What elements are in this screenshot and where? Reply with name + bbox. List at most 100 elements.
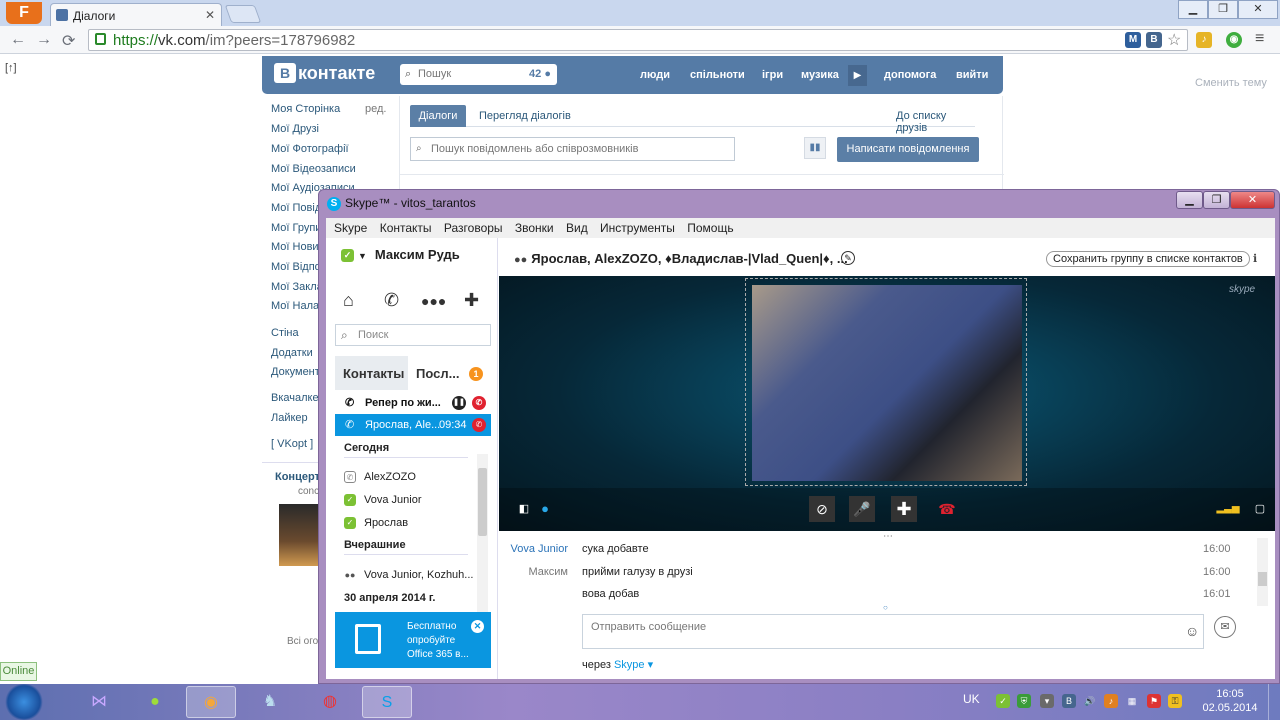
contact-search-input[interactable]: ⌕ Поиск xyxy=(335,324,491,346)
change-theme-link[interactable]: Сменить тему xyxy=(1195,77,1267,89)
taskbar-game-icon[interactable]: ◍ xyxy=(305,686,355,718)
page-toggle[interactable]: [↑] xyxy=(5,62,17,74)
back-icon[interactable]: ← xyxy=(10,31,26,49)
status-dropdown-icon[interactable]: ▼ xyxy=(358,251,367,261)
system-clock[interactable]: 16:05 02.05.2014 xyxy=(1200,687,1260,715)
menu-videos[interactable]: Мої Відеозаписи xyxy=(271,163,356,175)
browser-menu-icon[interactable]: ≡ xyxy=(1255,30,1264,48)
vk-search-input[interactable]: ⌕ Пошук 42 ● xyxy=(400,64,557,85)
tray-lock-icon[interactable]: ⚿ xyxy=(1168,694,1182,708)
maximize-button[interactable]: ❐ xyxy=(1208,0,1238,19)
call-phone-icon[interactable]: ✆ xyxy=(384,290,399,311)
menu-liker[interactable]: Лайкер xyxy=(271,412,308,424)
volume-icon[interactable]: 🔊 xyxy=(1083,694,1097,708)
send-options-icon[interactable]: ✉ xyxy=(1214,616,1236,638)
tray-arrow-icon[interactable]: ▾ xyxy=(1040,694,1054,708)
info-icon[interactable]: ℹ xyxy=(1253,252,1257,265)
tray-update-icon[interactable]: ♪ xyxy=(1104,694,1118,708)
network-icon[interactable]: ▦ xyxy=(1125,694,1139,708)
tab-contacts[interactable]: Контакты xyxy=(335,356,408,390)
menu-my-page[interactable]: Моя Сторінка xyxy=(271,103,340,115)
close-promo-icon[interactable]: ✕ xyxy=(471,620,484,633)
message-sender[interactable]: Максим xyxy=(506,566,568,578)
menu-documents[interactable]: Документ xyxy=(271,366,320,378)
close-button[interactable]: ✕ xyxy=(1238,0,1278,19)
skype-close-button[interactable]: ✕ xyxy=(1230,191,1275,209)
create-group-icon[interactable]: ●●● xyxy=(421,293,446,309)
menu-vkopt[interactable]: [ VKopt ] xyxy=(271,438,313,450)
keyboard-language[interactable]: UK xyxy=(963,692,980,706)
skype-minimize-button[interactable]: ▁ xyxy=(1176,191,1203,209)
hangup-icon[interactable]: ☎ xyxy=(931,496,963,522)
menu-tools[interactable]: Инструменты xyxy=(600,221,675,235)
menu-friends[interactable]: Мої Друзі xyxy=(271,123,319,135)
scrollbar-thumb[interactable] xyxy=(478,468,487,536)
menu-apps[interactable]: Додатки xyxy=(271,347,313,359)
chevron-down-icon[interactable]: ▾ xyxy=(648,659,654,671)
skype-maximize-button[interactable]: ❐ xyxy=(1203,191,1230,209)
menu-view[interactable]: Вид xyxy=(566,221,588,235)
vk-logo[interactable]: Вконтакте xyxy=(274,63,375,84)
new-tab-button[interactable] xyxy=(224,5,262,23)
video-call-area[interactable]: skype ◧ ● ⊘ 🎤 ✚ ☎ ▂▃▅ ▢ xyxy=(499,276,1275,531)
browser-tab[interactable]: Діалоги ✕ xyxy=(50,3,222,26)
menu-calls[interactable]: Звонки xyxy=(515,221,554,235)
hangup-icon[interactable]: ✆ xyxy=(472,418,486,432)
add-participant-icon[interactable]: ✚ xyxy=(891,496,917,522)
resize-handle-icon[interactable]: ⋯ xyxy=(883,531,893,542)
hangup-icon[interactable]: ✆ xyxy=(472,396,486,410)
edit-topic-icon[interactable]: ✎ xyxy=(841,251,855,265)
menu-wall[interactable]: Стіна xyxy=(271,327,299,339)
send-via[interactable]: через Skype ▾ xyxy=(582,658,653,671)
menu-messages[interactable]: Мої Повід xyxy=(271,202,321,214)
active-call-item-selected[interactable]: ✆ Ярослав, Ale... 09:34 ✆ xyxy=(335,414,491,436)
menu-skype[interactable]: Skype xyxy=(334,221,367,235)
conversation-title[interactable]: ●● Ярослав, AlexZOZO, ♦Владислав-|Vlad_Qu… xyxy=(514,251,848,266)
taskbar-messenger-icon[interactable]: ● xyxy=(130,686,180,718)
nav-help[interactable]: допомога xyxy=(884,69,936,81)
chat-bubble-icon[interactable]: ● xyxy=(535,496,555,522)
via-service[interactable]: Skype xyxy=(614,659,645,671)
toggle-sidebar-icon[interactable]: ◧ xyxy=(511,496,537,522)
video-off-icon[interactable]: ⊘ xyxy=(809,496,835,522)
extension-green-icon[interactable]: ◉ xyxy=(1226,32,1242,48)
add-contact-icon[interactable]: ✚ xyxy=(464,290,479,311)
show-desktop-button[interactable] xyxy=(1268,684,1280,720)
forward-icon[interactable]: → xyxy=(36,31,52,49)
contact-item[interactable]: ✆ AlexZOZO xyxy=(344,471,416,484)
emoticon-icon[interactable]: ☺ xyxy=(1185,623,1199,639)
notification-bell-icon[interactable]: ♪ xyxy=(1196,32,1212,48)
status-online-icon[interactable]: ✓ xyxy=(341,249,354,263)
office-promo[interactable]: Бесплатно опробуйте Office 365 в... ✕ xyxy=(335,612,491,668)
tray-shield-icon[interactable]: ⛨ xyxy=(1017,694,1031,708)
tray-skype-status-icon[interactable]: ✓ xyxy=(996,694,1010,708)
pause-icon[interactable]: ❚❚ xyxy=(452,396,466,410)
nav-games[interactable]: ігри xyxy=(762,69,783,81)
contact-item[interactable]: ✓ Ярослав xyxy=(344,517,408,530)
scrollbar-thumb[interactable] xyxy=(1258,572,1267,586)
write-message-button[interactable]: Написати повідомлення xyxy=(837,137,979,162)
minimize-button[interactable]: ▁ xyxy=(1178,0,1208,19)
address-bar[interactable]: https://vk.com/im?peers=178796982 xyxy=(88,29,1188,51)
tray-flag-icon[interactable]: ⚑ xyxy=(1147,694,1161,708)
taskbar-counterstrike-icon[interactable]: ♞ xyxy=(245,686,295,718)
user-profile[interactable]: ✓ ▼ Максим Рудь xyxy=(341,247,460,263)
nav-music[interactable]: музика xyxy=(801,69,839,81)
bookmark-star-icon[interactable]: ☆ xyxy=(1167,30,1181,50)
message-input[interactable]: Отправить сообщение ☺ xyxy=(582,614,1204,649)
fullscreen-icon[interactable]: ▢ xyxy=(1247,496,1273,522)
stats-icon[interactable]: ▮▮ xyxy=(804,137,826,159)
nav-logout[interactable]: вийти xyxy=(956,69,988,81)
message-sender[interactable]: Vova Junior xyxy=(506,543,568,555)
menu-groups[interactable]: Мої Групи xyxy=(271,222,321,234)
save-group-button[interactable]: Сохранить группу в списке контактов xyxy=(1046,251,1250,267)
taskbar-browser-icon[interactable]: ◉ xyxy=(186,686,236,718)
tab-close-icon[interactable]: ✕ xyxy=(205,8,215,22)
menu-photos[interactable]: Мої Фотографії xyxy=(271,143,349,155)
extension-vk-icon[interactable]: M xyxy=(1125,32,1141,48)
taskbar-skype-icon[interactable]: S xyxy=(362,686,412,718)
taskbar-visualstudio-icon[interactable]: ⋈ xyxy=(74,686,124,718)
menu-news[interactable]: Мої Новин xyxy=(271,241,325,253)
play-icon[interactable]: ▶ xyxy=(848,65,867,86)
microphone-icon[interactable]: 🎤 xyxy=(849,496,875,522)
